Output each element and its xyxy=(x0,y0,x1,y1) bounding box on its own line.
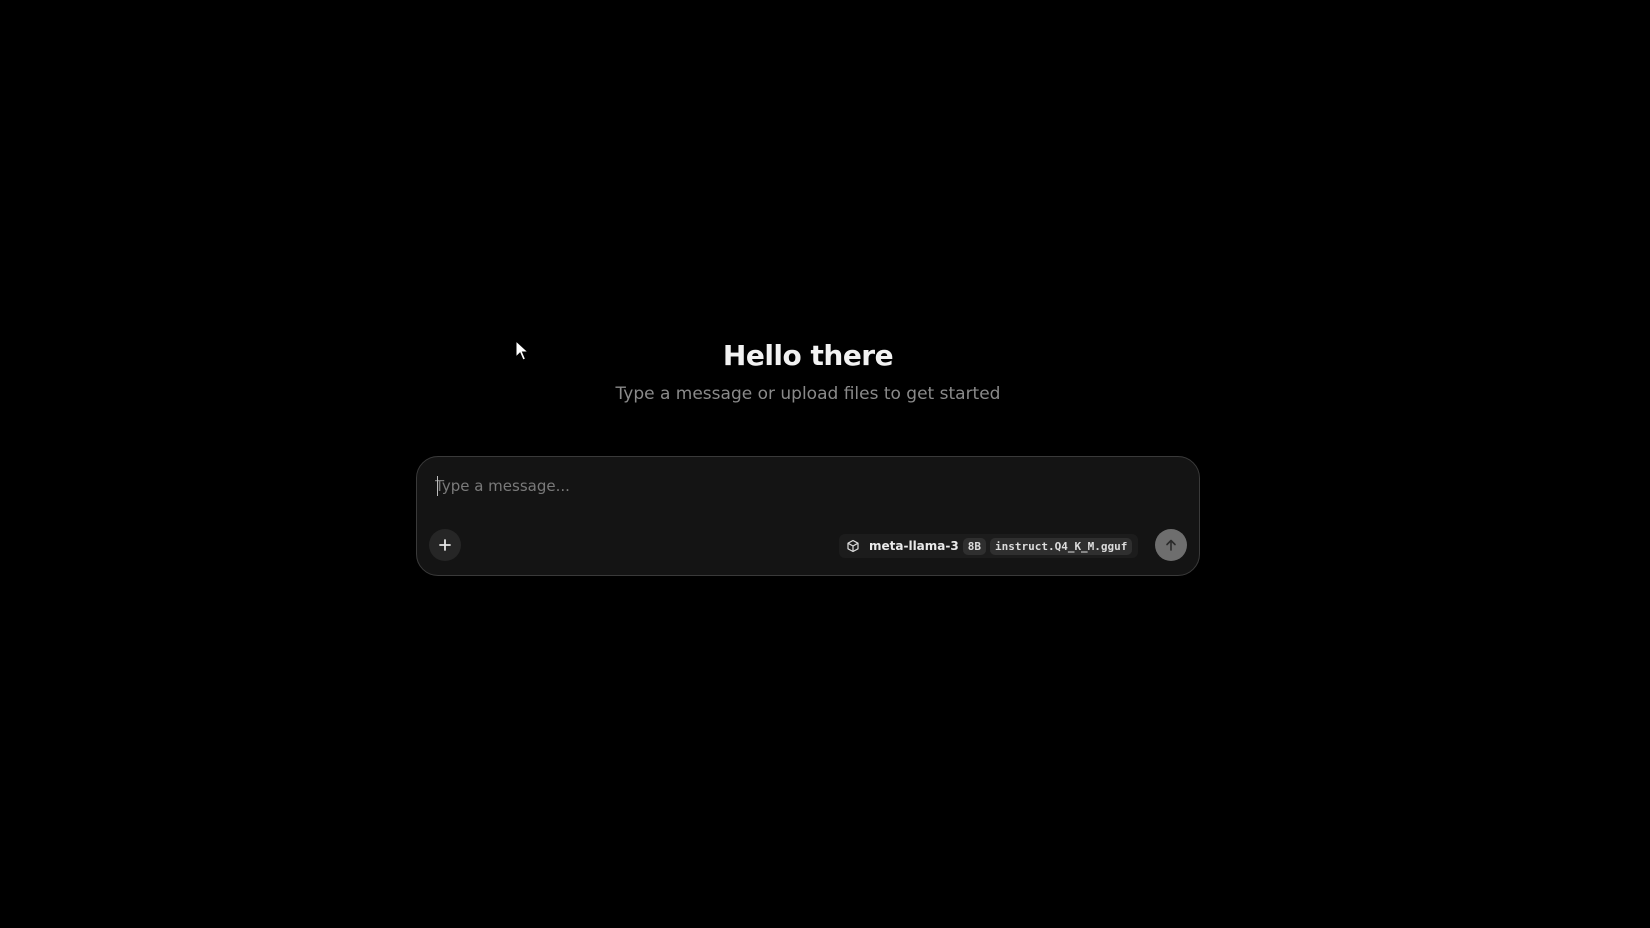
message-composer: meta-llama-3 8B instruct.Q4_K_M.gguf xyxy=(416,456,1200,576)
welcome-section: Hello there Type a message or upload fil… xyxy=(0,336,1616,406)
welcome-subtitle: Type a message or upload files to get st… xyxy=(615,384,1001,404)
text-caret xyxy=(437,476,438,496)
plus-icon xyxy=(439,539,451,551)
model-name: meta-llama-3 xyxy=(869,539,959,553)
model-selector[interactable]: meta-llama-3 8B instruct.Q4_K_M.gguf xyxy=(839,534,1139,558)
cube-icon xyxy=(845,538,861,554)
chat-page: Hello there Type a message or upload fil… xyxy=(0,0,1650,928)
attach-button[interactable] xyxy=(429,529,461,561)
send-button[interactable] xyxy=(1155,529,1187,561)
model-size-badge: 8B xyxy=(962,537,986,555)
model-file-badge: instruct.Q4_K_M.gguf xyxy=(989,537,1133,555)
message-input[interactable] xyxy=(435,471,1175,501)
welcome-title: Hello there xyxy=(722,339,894,372)
arrow-up-icon xyxy=(1166,539,1176,551)
